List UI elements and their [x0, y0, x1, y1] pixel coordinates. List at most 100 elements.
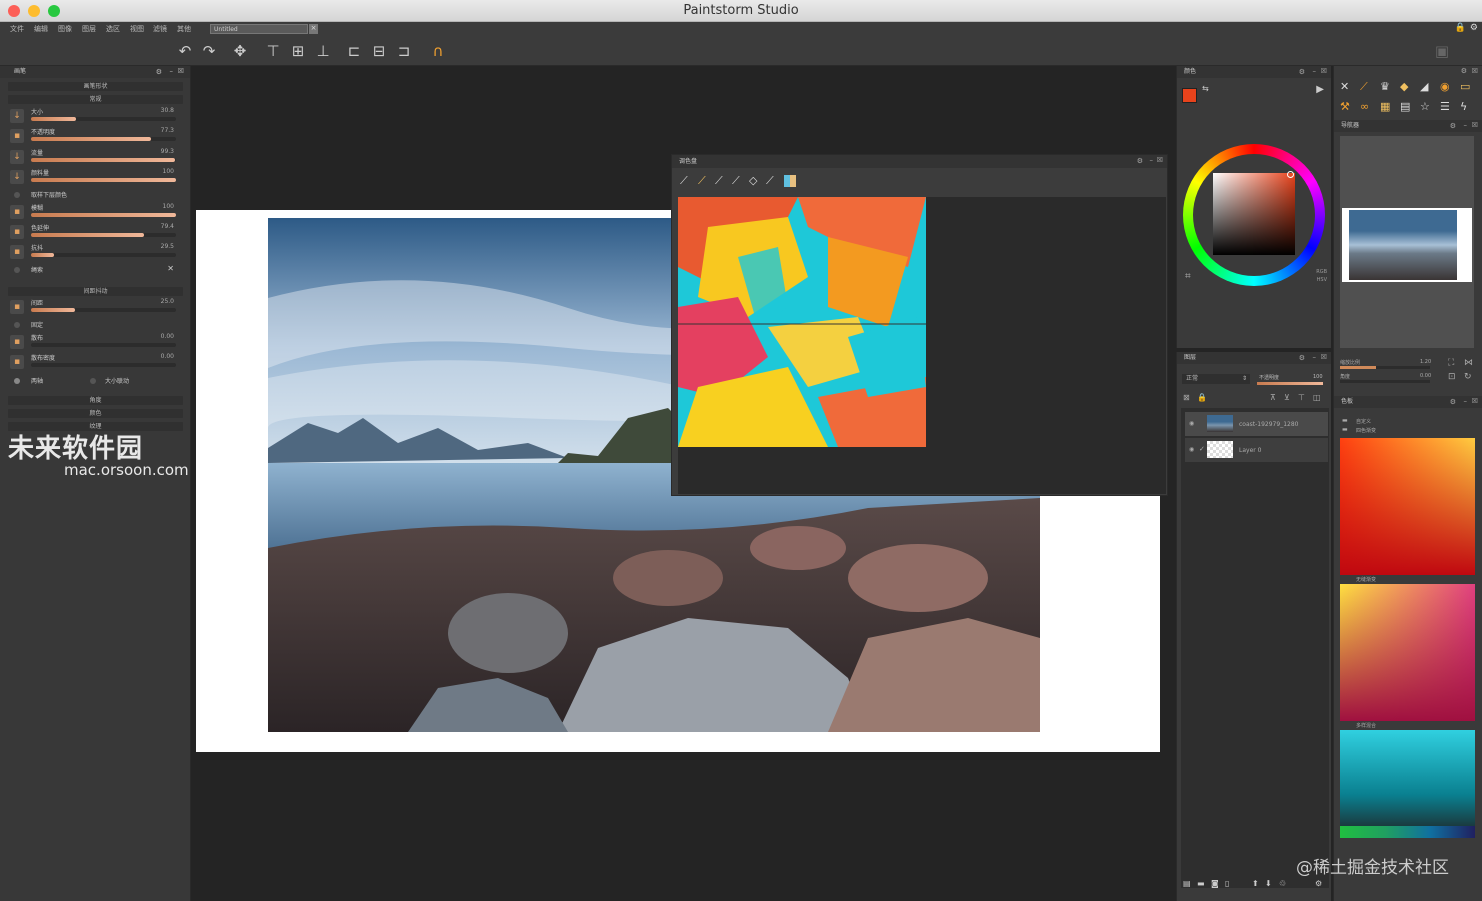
mixer-palette-window[interactable]: 调色盘 ⚙ – ☒ ⟋ ⟋ ⟋ ⟋ ◇ ⟋ [671, 154, 1168, 496]
star-tool-icon[interactable]: ☆ [1420, 100, 1430, 113]
lock-icon[interactable]: 🔒 [1455, 23, 1466, 33]
pressure-toggle-icon[interactable]: ▪ [10, 225, 24, 239]
foreground-color-swatch[interactable] [1182, 88, 1197, 103]
palette-eyedropper-icon[interactable]: ⟋ [766, 174, 774, 188]
align-bottom-icon[interactable]: ⊥ [313, 41, 333, 61]
pressure-toggle-icon[interactable]: ▪ [10, 205, 24, 219]
panel-settings-icon[interactable]: ⚙ [1299, 354, 1305, 362]
move-layer-up-icon[interactable]: ⬆ [1252, 879, 1259, 888]
lock-layer-icon[interactable]: 🔒 [1197, 393, 1207, 402]
panel-close-icon[interactable]: ☒ [1321, 67, 1327, 75]
play-icon[interactable]: ▶ [1316, 84, 1324, 95]
param-scatter[interactable]: ▪ 散布 0.00 [10, 333, 180, 351]
swatch-grid-gradient[interactable] [1340, 584, 1475, 721]
panel-minimize-icon[interactable]: – [1464, 121, 1468, 129]
section-angle[interactable]: 角度 [8, 396, 183, 405]
section-color[interactable]: 颜色 [8, 409, 183, 418]
layer-opacity-slider[interactable] [1257, 382, 1323, 385]
panel-settings-icon[interactable]: ⚙ [1450, 398, 1456, 406]
panel-minimize-icon[interactable]: – [170, 67, 174, 75]
palette-eraser-icon[interactable]: ◇ [749, 174, 757, 187]
panel-minimize-icon[interactable]: – [1313, 67, 1317, 75]
param-scatter-density[interactable]: ▪ 散布密度 0.00 [10, 353, 180, 371]
palette-minimize-icon[interactable]: – [1150, 156, 1154, 164]
palette-close-icon[interactable]: ☒ [1157, 156, 1163, 164]
pressure-toggle-icon[interactable]: ↓ [10, 150, 24, 164]
paint-amount-slider[interactable] [31, 178, 176, 182]
swatch-group-seamless[interactable]: 无缝渐变 [1356, 576, 1376, 583]
wrench-icon[interactable]: ✕ [167, 264, 174, 273]
image-tool-icon[interactable]: ▭ [1460, 80, 1470, 93]
align-layer-icon[interactable]: ⊼ [1270, 393, 1276, 402]
gradient-tool-icon[interactable]: ◢ [1420, 80, 1428, 93]
swatch-folder-icon[interactable]: ▬ [1342, 417, 1348, 424]
layer-effects-icon[interactable]: ♲ [1279, 879, 1286, 888]
menu-edit[interactable]: 编辑 [34, 24, 48, 34]
lock-transparency-icon[interactable]: ⊠ [1183, 393, 1190, 402]
palette-smudge-icon[interactable]: ⟋ [732, 174, 740, 188]
saturation-value-square[interactable] [1213, 173, 1295, 255]
scatter-slider[interactable] [31, 343, 176, 347]
menu-image[interactable]: 图像 [58, 24, 72, 34]
fixed-option[interactable]: 固定 [10, 320, 180, 330]
layer-settings-icon[interactable]: ⚙ [1315, 879, 1322, 888]
size-link-option[interactable]: 大小联动 [105, 376, 129, 385]
navigator-preview[interactable] [1340, 136, 1474, 348]
section-spacing-jitter[interactable]: 间距抖动 [8, 287, 183, 296]
swatch-grid-cyan[interactable] [1340, 730, 1475, 838]
size-slider[interactable] [31, 117, 176, 121]
align-top-icon[interactable]: ⊤ [263, 41, 283, 61]
panel-close-icon[interactable]: ☒ [178, 67, 184, 75]
menu-file[interactable]: 文件 [10, 24, 24, 34]
layers-tool-icon[interactable]: ◆ [1400, 80, 1408, 93]
rope-option[interactable]: 绳索 ✕ [10, 264, 180, 275]
palette-paint-swatch[interactable] [678, 197, 926, 447]
new-folder-icon[interactable]: ▬ [1197, 879, 1205, 888]
list-tool-icon[interactable]: ☰ [1440, 100, 1450, 113]
layer-item[interactable]: ◉ ✓ Layer 0 [1185, 438, 1328, 462]
swatch-group-mixed[interactable]: 多样混合 [1356, 722, 1376, 729]
swap-colors-icon[interactable]: ⇆ [1202, 84, 1209, 93]
pressure-toggle-icon[interactable]: ↓ [10, 109, 24, 123]
brush-tool-icon[interactable]: ⟋ [1360, 80, 1368, 94]
param-opacity[interactable]: ▪ 不透明度 77.3 [10, 127, 180, 145]
palette-settings-icon[interactable]: ⚙ [1137, 157, 1143, 165]
param-flow[interactable]: ↓ 流量 99.3 [10, 148, 180, 166]
panel-settings-icon[interactable]: ⚙ [1450, 122, 1456, 130]
stabilizer-slider[interactable] [31, 253, 176, 257]
panel-settings-icon[interactable]: ⚙ [1299, 68, 1305, 76]
layer-item[interactable]: ◉ coast-192979_1280 [1185, 412, 1328, 436]
lightning-tool-icon[interactable]: ϟ [1460, 100, 1467, 113]
param-paint-amount[interactable]: ↓ 颜料量 100 [10, 168, 180, 186]
document-tab-close-button[interactable]: × [309, 24, 318, 34]
crop-icon[interactable]: ⌗ [1185, 271, 1191, 282]
redo-icon[interactable]: ↷ [199, 41, 219, 61]
panel-close-icon[interactable]: ☒ [1321, 353, 1327, 361]
swatch-group-custom[interactable]: 自定义 [1356, 418, 1371, 425]
opacity-slider[interactable] [31, 137, 176, 141]
param-color-extend[interactable]: ▪ 色延伸 79.4 [10, 223, 180, 241]
angle-slider[interactable] [1340, 380, 1430, 383]
param-size[interactable]: ↓ 大小 30.8 [10, 107, 180, 125]
palette-brush-icon[interactable]: ⟋ [680, 174, 688, 188]
reset-rotation-icon[interactable]: ↻ [1464, 372, 1472, 382]
merge-layer-icon[interactable]: ⊻ [1284, 393, 1290, 402]
distribute-left-icon[interactable]: ⊏ [344, 41, 364, 61]
delete-layer-icon[interactable]: ▯ [1225, 879, 1229, 888]
distribute-right-icon[interactable]: ⊐ [394, 41, 414, 61]
panel-close-icon[interactable]: ☒ [1472, 397, 1478, 405]
panel-close-icon[interactable]: ☒ [1472, 67, 1478, 75]
pressure-toggle-icon[interactable]: ▪ [10, 245, 24, 259]
swatch-group-four-color[interactable]: 四色渐变 [1356, 427, 1376, 434]
hammer-tool-icon[interactable]: ⚒ [1340, 100, 1350, 113]
param-blur[interactable]: ▪ 模糊 100 [10, 203, 180, 221]
panel-minimize-icon[interactable]: – [1464, 397, 1468, 405]
layer-visibility-icon[interactable]: ◉ [1189, 420, 1194, 427]
color-extend-slider[interactable] [31, 233, 176, 237]
menu-select[interactable]: 选区 [106, 24, 120, 34]
layer-check-icon[interactable]: ✓ [1199, 445, 1205, 453]
palette-texture-icon[interactable] [784, 175, 796, 187]
undo-icon[interactable]: ↶ [175, 41, 195, 61]
swatch-grid-warm[interactable] [1340, 438, 1475, 575]
menu-filter[interactable]: 滤镜 [153, 24, 167, 34]
